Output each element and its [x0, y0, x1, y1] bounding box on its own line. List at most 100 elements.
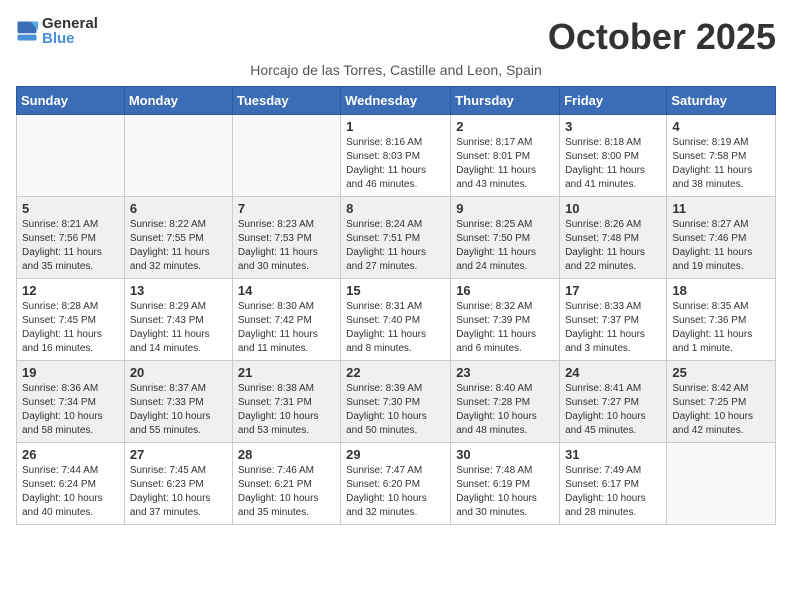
logo-blue: Blue [42, 31, 98, 46]
day-info: Sunrise: 8:33 AM Sunset: 7:37 PM Dayligh… [565, 300, 661, 356]
day-number: 27 [130, 447, 227, 462]
calendar-cell: 3 Sunrise: 8:18 AM Sunset: 8:00 PM Daylig… [560, 115, 667, 197]
day-info: Sunrise: 8:35 AM Sunset: 7:36 PM Dayligh… [672, 300, 770, 356]
day-number: 10 [565, 201, 661, 216]
day-number: 19 [22, 365, 119, 380]
day-info: Sunrise: 8:31 AM Sunset: 7:40 PM Dayligh… [346, 300, 445, 356]
calendar-cell: 30Sunrise: 7:48 AM Sunset: 6:19 PM Dayli… [451, 443, 560, 525]
day-info: Sunrise: 7:48 AM Sunset: 6:19 PM Dayligh… [456, 464, 554, 520]
day-number: 11 [672, 201, 770, 216]
day-info: Sunrise: 8:22 AM Sunset: 7:55 PM Dayligh… [130, 218, 227, 274]
day-info: Sunrise: 8:24 AM Sunset: 7:51 PM Dayligh… [346, 218, 445, 274]
day-number: 24 [565, 365, 661, 380]
day-info: Sunrise: 7:46 AM Sunset: 6:21 PM Dayligh… [238, 464, 335, 520]
calendar-cell [232, 115, 340, 197]
day-info: Sunrise: 7:49 AM Sunset: 6:17 PM Dayligh… [565, 464, 661, 520]
calendar-cell: 11 Sunrise: 8:27 AM Sunset: 7:46 PM Dayli… [667, 197, 776, 279]
header-monday: Monday [124, 87, 232, 115]
logo-icon [16, 20, 38, 42]
calendar-cell: 1 Sunrise: 8:16 AM Sunset: 8:03 PM Daylig… [341, 115, 451, 197]
header-tuesday: Tuesday [232, 87, 340, 115]
calendar: SundayMondayTuesdayWednesdayThursdayFrid… [16, 86, 776, 525]
calendar-cell: 13 Sunrise: 8:29 AM Sunset: 7:43 PM Dayli… [124, 279, 232, 361]
day-info: Sunrise: 8:37 AM Sunset: 7:33 PM Dayligh… [130, 382, 227, 438]
month-title: October 2025 [548, 16, 776, 58]
day-info: Sunrise: 7:47 AM Sunset: 6:20 PM Dayligh… [346, 464, 445, 520]
week-row-2: 5 Sunrise: 8:21 AM Sunset: 7:56 PM Daylig… [17, 197, 776, 279]
day-info: Sunrise: 8:25 AM Sunset: 7:50 PM Dayligh… [456, 218, 554, 274]
day-info: Sunrise: 8:40 AM Sunset: 7:28 PM Dayligh… [456, 382, 554, 438]
day-number: 26 [22, 447, 119, 462]
calendar-cell: 25 Sunrise: 8:42 AM Sunset: 7:25 PM Dayli… [667, 361, 776, 443]
calendar-cell: 23 Sunrise: 8:40 AM Sunset: 7:28 PM Dayli… [451, 361, 560, 443]
calendar-cell: 19Sunrise: 8:36 AM Sunset: 7:34 PM Dayli… [17, 361, 125, 443]
day-number: 4 [672, 119, 770, 134]
header-sunday: Sunday [17, 87, 125, 115]
day-number: 15 [346, 283, 445, 298]
calendar-cell: 2 Sunrise: 8:17 AM Sunset: 8:01 PM Daylig… [451, 115, 560, 197]
day-info: Sunrise: 7:45 AM Sunset: 6:23 PM Dayligh… [130, 464, 227, 520]
day-info: Sunrise: 8:21 AM Sunset: 7:56 PM Dayligh… [22, 218, 119, 274]
header-thursday: Thursday [451, 87, 560, 115]
day-info: Sunrise: 8:26 AM Sunset: 7:48 PM Dayligh… [565, 218, 661, 274]
day-number: 16 [456, 283, 554, 298]
day-number: 23 [456, 365, 554, 380]
day-number: 2 [456, 119, 554, 134]
calendar-cell: 7 Sunrise: 8:23 AM Sunset: 7:53 PM Daylig… [232, 197, 340, 279]
day-info: Sunrise: 8:42 AM Sunset: 7:25 PM Dayligh… [672, 382, 770, 438]
calendar-cell: 21Sunrise: 8:38 AM Sunset: 7:31 PM Dayli… [232, 361, 340, 443]
calendar-header-row: SundayMondayTuesdayWednesdayThursdayFrid… [17, 87, 776, 115]
day-info: Sunrise: 8:41 AM Sunset: 7:27 PM Dayligh… [565, 382, 661, 438]
calendar-cell: 15 Sunrise: 8:31 AM Sunset: 7:40 PM Dayli… [341, 279, 451, 361]
day-number: 31 [565, 447, 661, 462]
calendar-cell: 16Sunrise: 8:32 AM Sunset: 7:39 PM Dayli… [451, 279, 560, 361]
logo-text: General Blue [42, 16, 98, 46]
day-number: 1 [346, 119, 445, 134]
calendar-cell: 4Sunrise: 8:19 AM Sunset: 7:58 PM Daylig… [667, 115, 776, 197]
day-number: 28 [238, 447, 335, 462]
day-number: 13 [130, 283, 227, 298]
calendar-cell: 27 Sunrise: 7:45 AM Sunset: 6:23 PM Dayli… [124, 443, 232, 525]
day-number: 3 [565, 119, 661, 134]
day-number: 21 [238, 365, 335, 380]
calendar-cell: 31 Sunrise: 7:49 AM Sunset: 6:17 PM Dayli… [560, 443, 667, 525]
day-number: 7 [238, 201, 335, 216]
calendar-cell: 6 Sunrise: 8:22 AM Sunset: 7:55 PM Daylig… [124, 197, 232, 279]
logo: General Blue [16, 16, 98, 46]
day-info: Sunrise: 8:16 AM Sunset: 8:03 PM Dayligh… [346, 136, 445, 192]
calendar-cell: 28 Sunrise: 7:46 AM Sunset: 6:21 PM Dayli… [232, 443, 340, 525]
calendar-cell: 8 Sunrise: 8:24 AM Sunset: 7:51 PM Daylig… [341, 197, 451, 279]
calendar-cell: 9 Sunrise: 8:25 AM Sunset: 7:50 PM Daylig… [451, 197, 560, 279]
calendar-cell: 5 Sunrise: 8:21 AM Sunset: 7:56 PM Daylig… [17, 197, 125, 279]
week-row-5: 26 Sunrise: 7:44 AM Sunset: 6:24 PM Dayli… [17, 443, 776, 525]
calendar-cell: 22Sunrise: 8:39 AM Sunset: 7:30 PM Dayli… [341, 361, 451, 443]
day-info: Sunrise: 8:27 AM Sunset: 7:46 PM Dayligh… [672, 218, 770, 274]
day-number: 18 [672, 283, 770, 298]
calendar-cell [667, 443, 776, 525]
day-info: Sunrise: 7:44 AM Sunset: 6:24 PM Dayligh… [22, 464, 119, 520]
day-info: Sunrise: 8:17 AM Sunset: 8:01 PM Dayligh… [456, 136, 554, 192]
calendar-cell [124, 115, 232, 197]
subtitle: Horcajo de las Torres, Castille and Leon… [16, 62, 776, 78]
day-info: Sunrise: 8:28 AM Sunset: 7:45 PM Dayligh… [22, 300, 119, 356]
day-info: Sunrise: 8:29 AM Sunset: 7:43 PM Dayligh… [130, 300, 227, 356]
header-friday: Friday [560, 87, 667, 115]
day-number: 6 [130, 201, 227, 216]
page-header: General Blue October 2025 [16, 16, 776, 58]
header-saturday: Saturday [667, 87, 776, 115]
day-number: 8 [346, 201, 445, 216]
week-row-3: 12 Sunrise: 8:28 AM Sunset: 7:45 PM Dayli… [17, 279, 776, 361]
calendar-cell: 12 Sunrise: 8:28 AM Sunset: 7:45 PM Dayli… [17, 279, 125, 361]
calendar-cell [17, 115, 125, 197]
calendar-cell: 14Sunrise: 8:30 AM Sunset: 7:42 PM Dayli… [232, 279, 340, 361]
day-number: 25 [672, 365, 770, 380]
day-number: 12 [22, 283, 119, 298]
logo-general: General [42, 16, 98, 31]
calendar-cell: 29Sunrise: 7:47 AM Sunset: 6:20 PM Dayli… [341, 443, 451, 525]
day-info: Sunrise: 8:18 AM Sunset: 8:00 PM Dayligh… [565, 136, 661, 192]
calendar-cell: 20Sunrise: 8:37 AM Sunset: 7:33 PM Dayli… [124, 361, 232, 443]
day-number: 5 [22, 201, 119, 216]
day-info: Sunrise: 8:23 AM Sunset: 7:53 PM Dayligh… [238, 218, 335, 274]
day-info: Sunrise: 8:30 AM Sunset: 7:42 PM Dayligh… [238, 300, 335, 356]
day-number: 9 [456, 201, 554, 216]
